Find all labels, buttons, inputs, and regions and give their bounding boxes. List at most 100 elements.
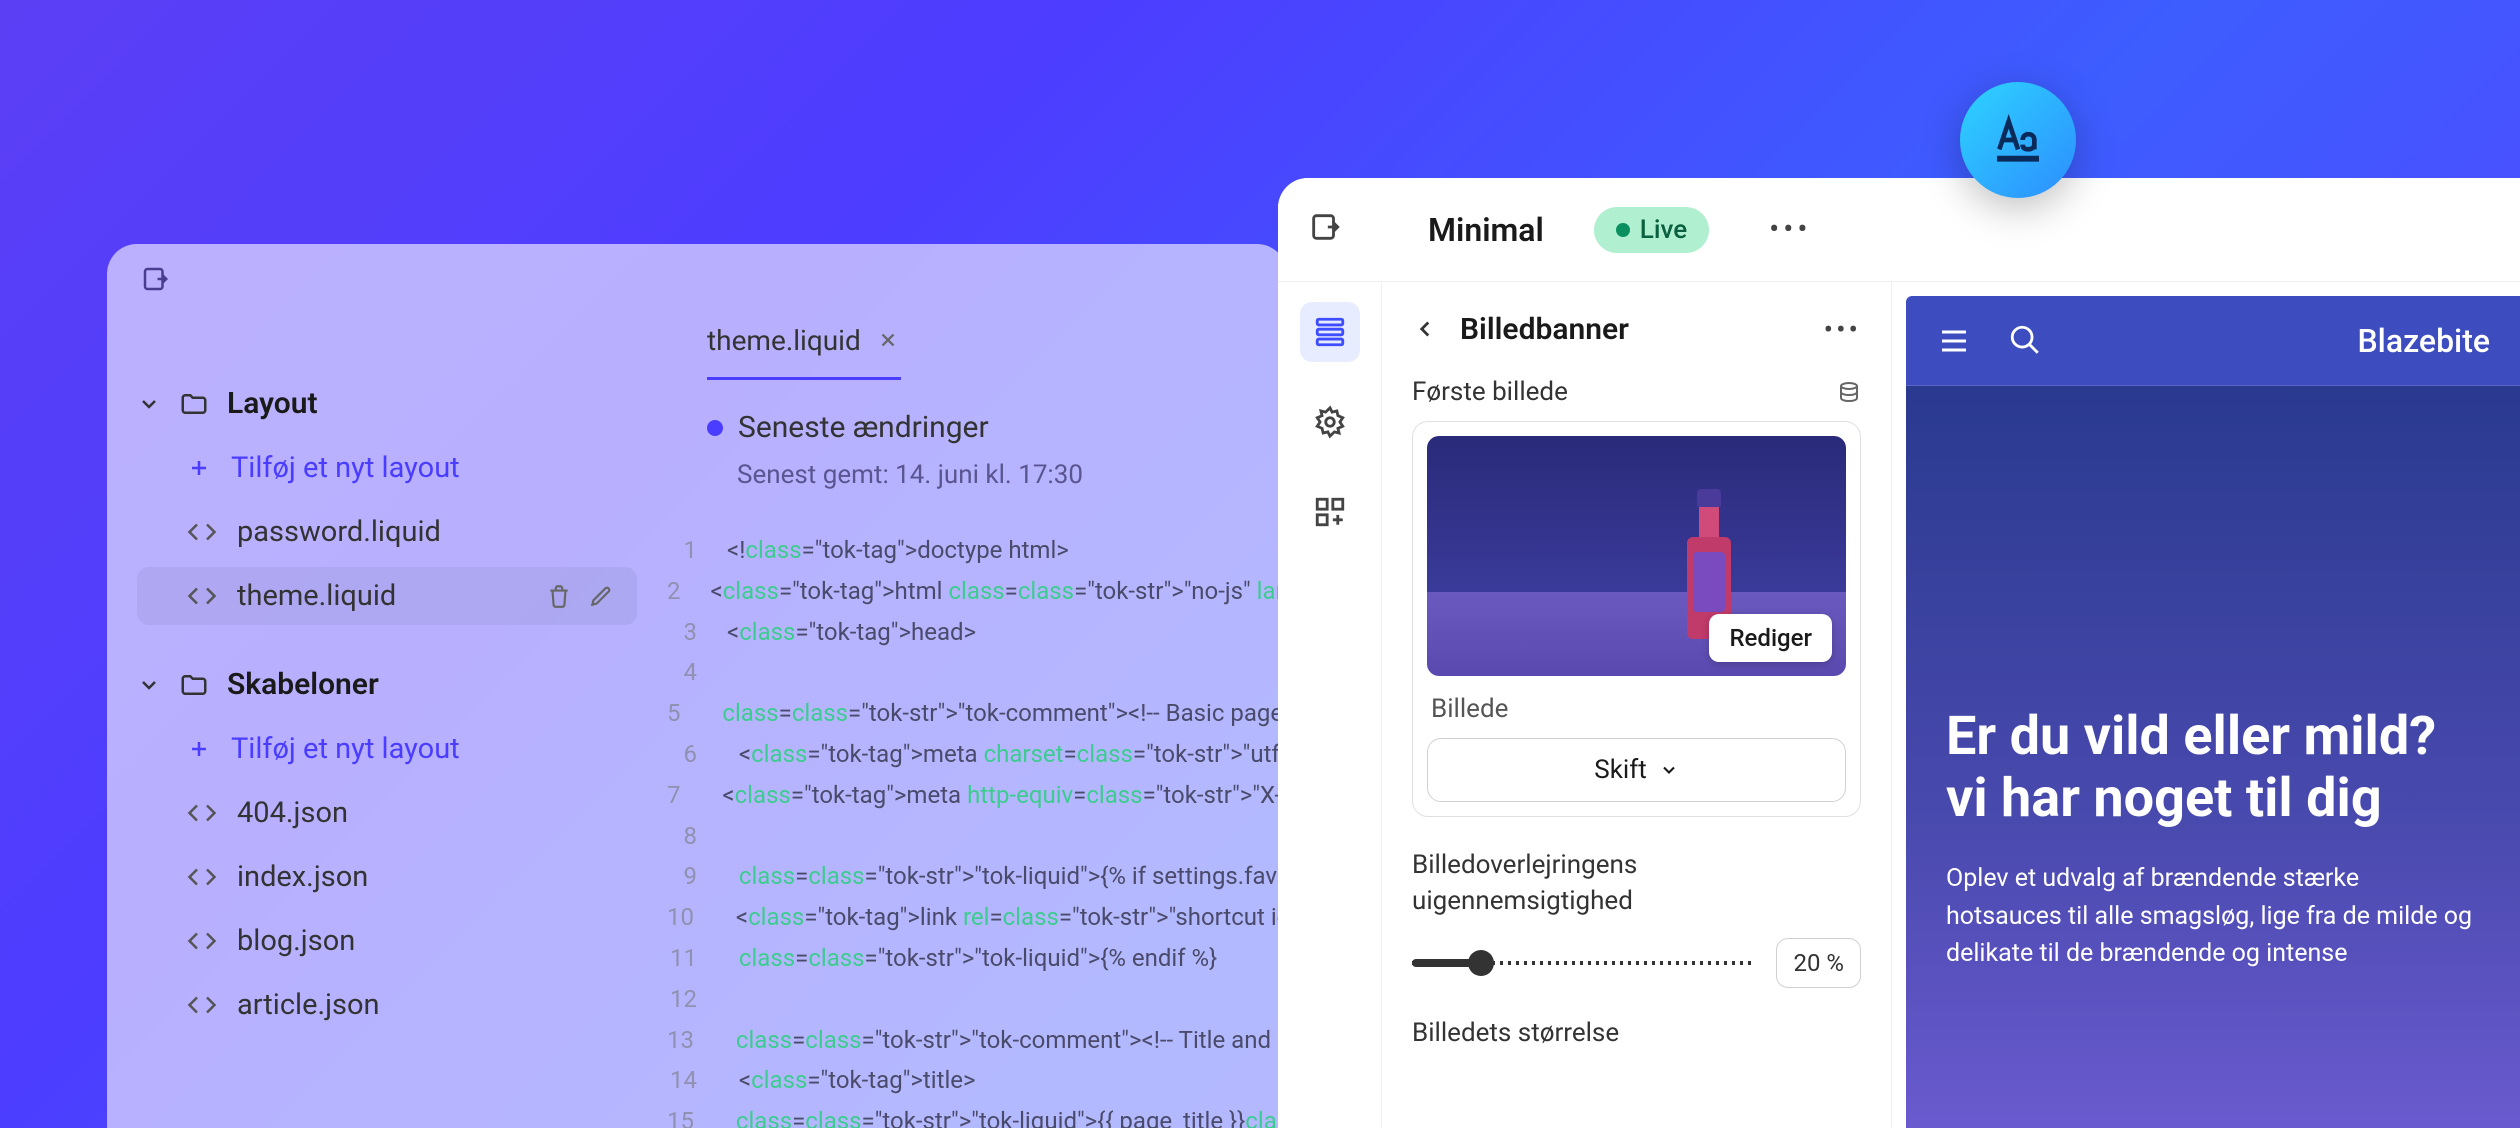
recent-changes[interactable]: Seneste ændringer Senest gemt: 14. juni … xyxy=(667,380,1287,510)
line-content: class=class="tok-str">"tok-comment"><!--… xyxy=(711,693,1288,734)
code-line: 11 class=class="tok-str">"tok-liquid">{%… xyxy=(667,938,1287,979)
theme-name: Minimal xyxy=(1428,211,1544,249)
file-item-index[interactable]: index.json xyxy=(137,848,637,906)
code-line: 14 <class="tok-tag">title> xyxy=(667,1060,1287,1101)
file-name: blog.json xyxy=(237,924,617,958)
typography-icon xyxy=(1990,112,2046,168)
file-item-404[interactable]: 404.json xyxy=(137,784,637,842)
code-line: 12 xyxy=(667,979,1287,1020)
chevron-down-icon xyxy=(1659,760,1679,780)
add-template-label: Tilføj et nyt layout xyxy=(231,732,617,766)
code-editor-panel: Layout Tilføj et nyt layout password.liq… xyxy=(107,244,1287,1128)
folder-icon xyxy=(179,670,209,700)
code-icon xyxy=(187,926,217,956)
dynamic-source-icon[interactable] xyxy=(1837,380,1861,404)
code-line: 8 xyxy=(667,816,1287,857)
file-item-password[interactable]: password.liquid xyxy=(137,503,637,561)
settings-column: Billedbanner ••• Første billede Rediger … xyxy=(1382,282,1892,1128)
tree-section-layout: Layout Tilføj et nyt layout password.liq… xyxy=(137,374,637,625)
more-menu[interactable]: ••• xyxy=(1769,212,1811,247)
hero-area: Er du vild eller mild? vi har noget til … xyxy=(1906,386,2520,1128)
hero-headline: Er du vild eller mild? vi har noget til … xyxy=(1946,706,2480,830)
tree-section-templates: Skabeloner Tilføj et nyt layout 404.json… xyxy=(137,655,637,1034)
line-content: <class="tok-tag">meta http-equiv=class="… xyxy=(711,775,1288,816)
file-item-article[interactable]: article.json xyxy=(137,976,637,1034)
image-sub-label: Billede xyxy=(1427,676,1846,738)
edit-icon[interactable] xyxy=(585,580,617,612)
change-indicator-dot xyxy=(707,420,723,436)
opacity-value-box[interactable]: 20 % xyxy=(1776,938,1861,988)
mobile-header: Blazebite xyxy=(1906,296,2520,386)
tab-label: theme.liquid xyxy=(707,324,861,357)
file-item-theme[interactable]: theme.liquid xyxy=(137,567,637,625)
line-number: 13 xyxy=(667,1020,724,1061)
line-number: 3 xyxy=(667,612,727,653)
theme-editor-panel: Minimal Live ••• Billedbanner ••• Første… xyxy=(1278,178,2520,1128)
settings-icon[interactable] xyxy=(1300,392,1360,452)
close-icon[interactable] xyxy=(877,329,901,353)
edit-image-button[interactable]: Rediger xyxy=(1709,614,1832,662)
delete-icon[interactable] xyxy=(543,580,575,612)
file-name: password.liquid xyxy=(237,515,617,549)
opacity-slider-row: 20 % xyxy=(1412,938,1861,988)
file-name: article.json xyxy=(237,988,617,1022)
line-content: <class="tok-tag">meta charset=class="tok… xyxy=(727,734,1287,775)
folder-icon xyxy=(179,389,209,419)
section-more-menu[interactable]: ••• xyxy=(1824,313,1861,346)
file-name: theme.liquid xyxy=(237,579,523,613)
add-template-item[interactable]: Tilføj et nyt layout xyxy=(137,720,637,778)
file-name: 404.json xyxy=(237,796,617,830)
line-content: <class="tok-tag">head> xyxy=(727,612,976,653)
line-number: 10 xyxy=(667,897,724,938)
line-content: class=class="tok-str">"tok-liquid">{% en… xyxy=(727,938,1217,979)
code-line: 5 class=class="tok-str">"tok-comment"><!… xyxy=(667,693,1287,734)
image-card: Rediger Billede Skift xyxy=(1412,421,1861,817)
code-editor-view: theme.liquid Seneste ændringer Senest ge… xyxy=(667,304,1287,1128)
image-preview[interactable]: Rediger xyxy=(1427,436,1846,676)
line-number: 9 xyxy=(667,856,727,897)
file-tree: Layout Tilføj et nyt layout password.liq… xyxy=(107,374,667,1064)
exit-icon[interactable] xyxy=(1308,210,1348,250)
recent-changes-title: Seneste ændringer xyxy=(738,410,989,445)
line-content: <!class="tok-tag">doctype html> xyxy=(727,530,1069,571)
menu-icon[interactable] xyxy=(1936,323,1972,359)
preview-column: Blazebite Er du vild eller mild? vi har … xyxy=(1892,282,2520,1128)
plus-icon xyxy=(187,737,211,761)
tree-section-header-layout[interactable]: Layout xyxy=(137,374,637,433)
theme-header: Minimal Live ••• xyxy=(1278,178,2520,282)
status-badge: Live xyxy=(1594,207,1709,253)
status-dot xyxy=(1616,223,1630,237)
opacity-label: Billedoverlejringens uigennemsigtighed xyxy=(1412,847,1861,920)
file-item-blog[interactable]: blog.json xyxy=(137,912,637,970)
change-image-button[interactable]: Skift xyxy=(1427,738,1846,802)
apps-icon[interactable] xyxy=(1300,482,1360,542)
opacity-unit: % xyxy=(1826,949,1844,977)
add-layout-item[interactable]: Tilføj et nyt layout xyxy=(137,439,637,497)
search-icon[interactable] xyxy=(2008,323,2044,359)
status-label: Live xyxy=(1640,215,1687,245)
first-image-label: Første billede xyxy=(1412,377,1568,407)
mobile-preview: Blazebite Er du vild eller mild? vi har … xyxy=(1906,296,2520,1128)
code-line: 9 class=class="tok-str">"tok-liquid">{% … xyxy=(667,856,1287,897)
line-number: 5 xyxy=(667,693,711,734)
line-number: 6 xyxy=(667,734,727,775)
opacity-value: 20 xyxy=(1793,949,1820,977)
back-icon[interactable] xyxy=(1412,316,1440,344)
line-number: 15 xyxy=(667,1101,724,1128)
tree-section-header-templates[interactable]: Skabeloner xyxy=(137,655,637,714)
editor-tab-theme[interactable]: theme.liquid xyxy=(707,304,901,380)
code-area[interactable]: 1<!class="tok-tag">doctype html>2<class=… xyxy=(667,510,1287,1128)
exit-icon[interactable] xyxy=(137,261,173,297)
line-number: 7 xyxy=(667,775,711,816)
plus-icon xyxy=(187,456,211,480)
typography-badge[interactable] xyxy=(1960,82,2076,198)
line-content: <class="tok-tag">html class=class="tok-s… xyxy=(711,571,1288,612)
sections-icon[interactable] xyxy=(1300,302,1360,362)
slider-thumb[interactable] xyxy=(1468,950,1494,976)
brand-name[interactable]: Blazebite xyxy=(2357,322,2490,360)
recent-changes-meta: Senest gemt: 14. juni kl. 17:30 xyxy=(707,460,1287,490)
opacity-slider[interactable] xyxy=(1412,961,1756,965)
code-line: 1<!class="tok-tag">doctype html> xyxy=(667,530,1287,571)
line-number: 1 xyxy=(667,530,727,571)
line-number: 8 xyxy=(667,816,727,857)
